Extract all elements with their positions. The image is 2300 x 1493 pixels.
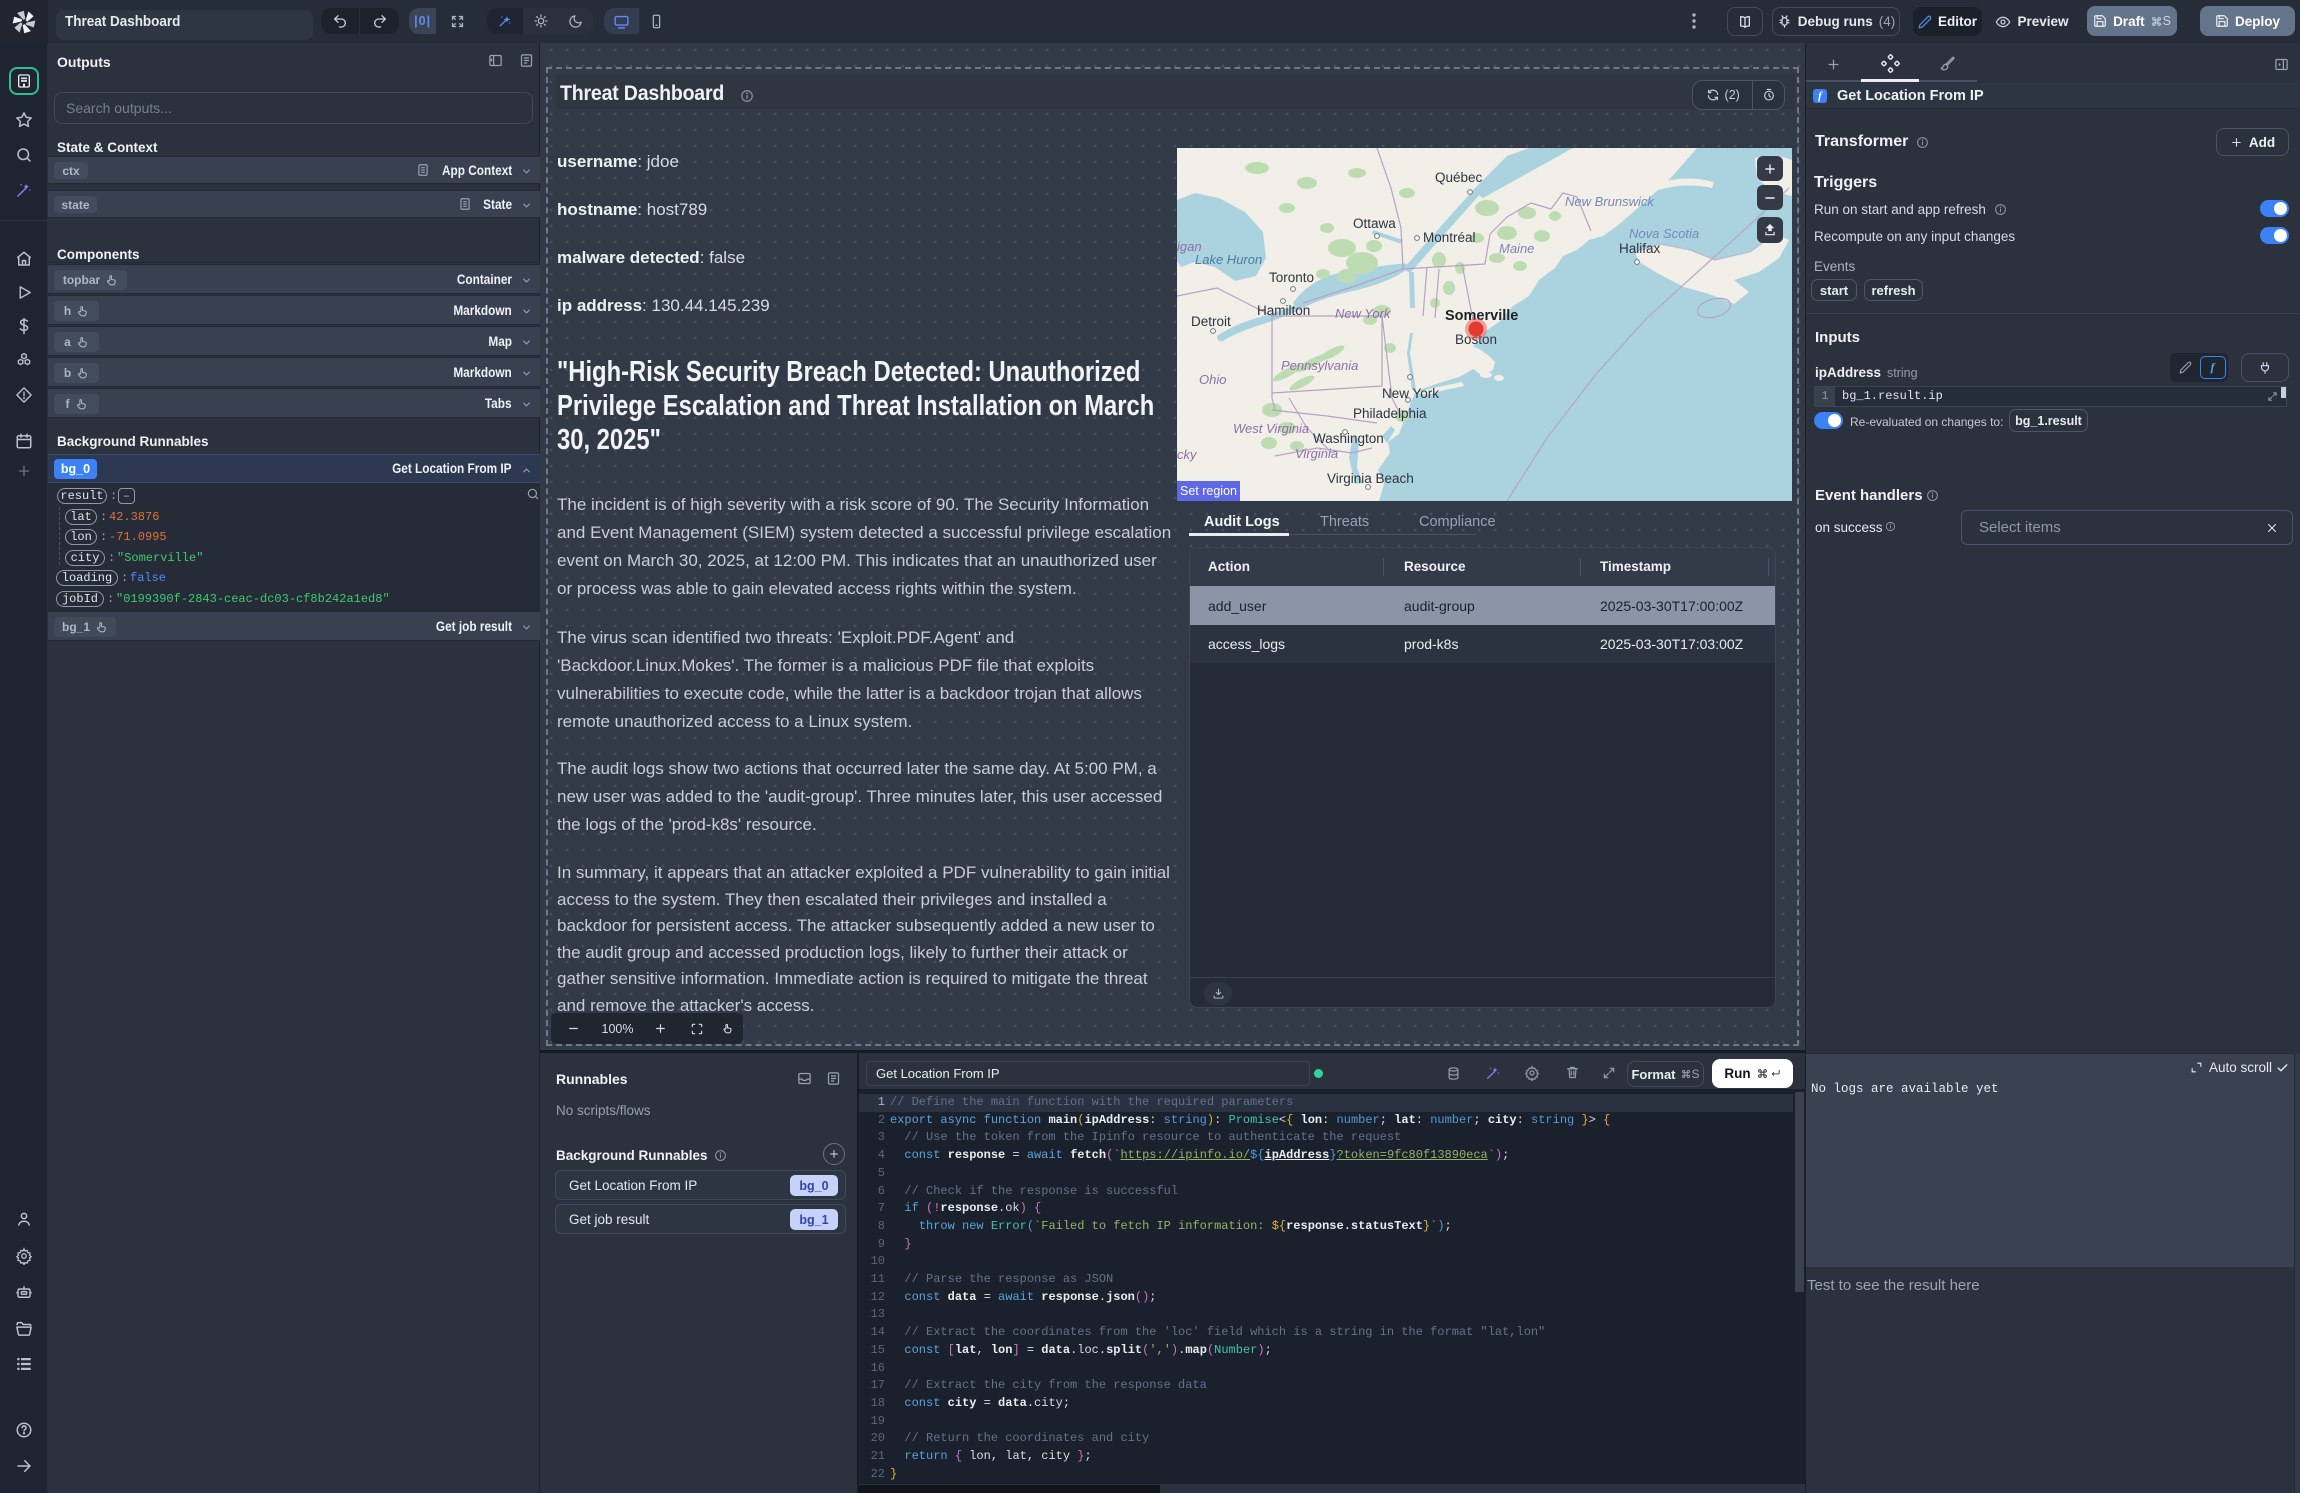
svg-text:West Virginia: West Virginia — [1233, 421, 1309, 436]
svg-text:Halifax: Halifax — [1619, 241, 1661, 256]
svg-text:cky: cky — [1177, 447, 1198, 462]
svg-text:Ohio: Ohio — [1199, 372, 1226, 387]
svg-text:New York: New York — [1382, 386, 1439, 401]
svg-text:Lake Huron: Lake Huron — [1195, 252, 1262, 267]
svg-text:Toronto: Toronto — [1269, 270, 1314, 285]
svg-text:Washington: Washington — [1313, 431, 1384, 446]
svg-text:Detroit: Detroit — [1191, 314, 1231, 329]
svg-text:Québec: Québec — [1435, 170, 1483, 185]
svg-text:Virginia: Virginia — [1295, 446, 1338, 461]
svg-text:New Brunswick: New Brunswick — [1565, 194, 1655, 209]
svg-text:New York: New York — [1335, 306, 1392, 321]
svg-text:Hamilton: Hamilton — [1257, 303, 1310, 318]
svg-text:Montréal: Montréal — [1423, 230, 1476, 245]
svg-text:Philadelphia: Philadelphia — [1353, 406, 1427, 421]
svg-text:Virginia Beach: Virginia Beach — [1327, 471, 1414, 486]
svg-text:Pennsylvania: Pennsylvania — [1281, 358, 1358, 373]
svg-text:Ottawa: Ottawa — [1353, 216, 1396, 231]
svg-text:Nova Scotia: Nova Scotia — [1629, 226, 1699, 241]
svg-text:Maine: Maine — [1499, 241, 1534, 256]
